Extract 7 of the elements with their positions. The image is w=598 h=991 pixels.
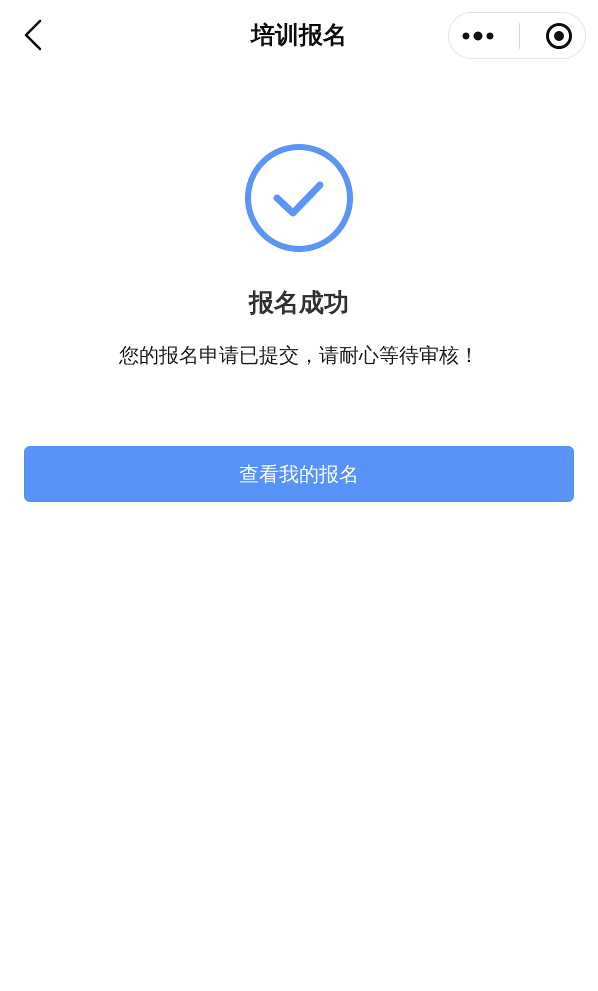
page-title: 培训报名 [251,20,347,51]
close-icon[interactable] [544,22,572,50]
result-message: 您的报名申请已提交，请耐心等待审核！ [119,342,479,368]
view-registration-button[interactable]: 查看我的报名 [24,446,574,502]
result-title: 报名成功 [249,287,349,319]
success-check-icon [243,144,355,252]
more-icon[interactable] [462,30,494,40]
